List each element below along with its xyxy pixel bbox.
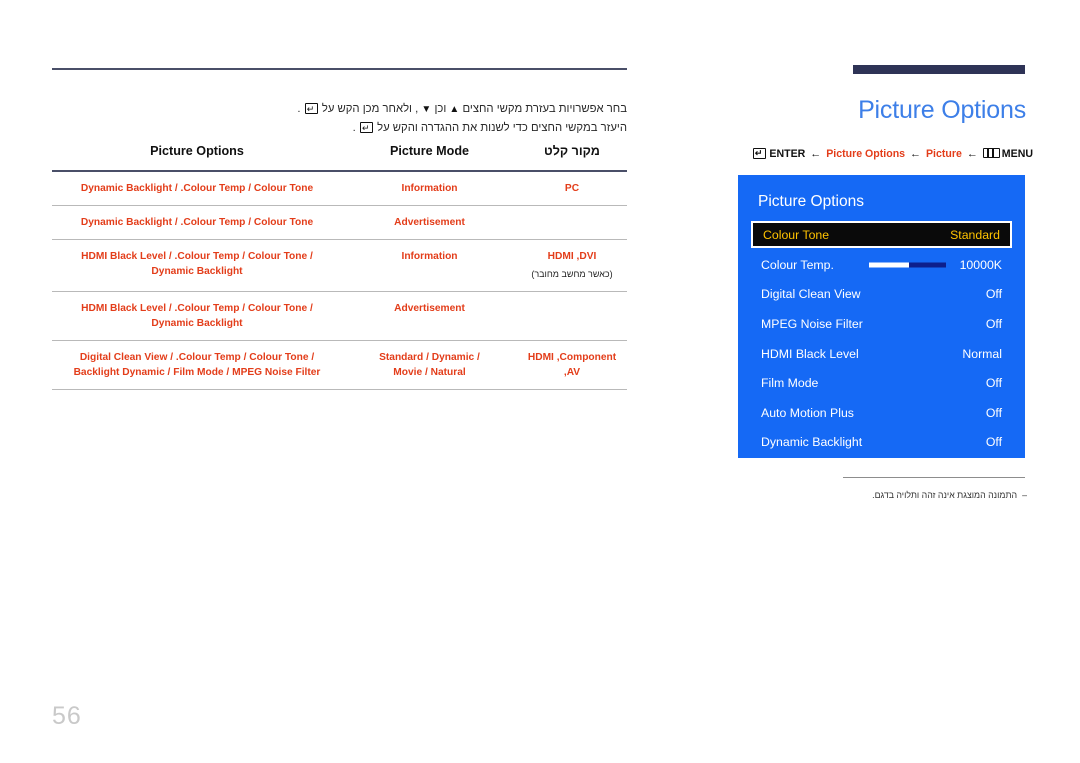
osd-row-auto-motion-plus[interactable]: Auto Motion Plus Off [751, 398, 1012, 428]
col-header-options: Picture Options [150, 144, 244, 158]
cell-mode: Information [401, 251, 458, 262]
instruction-line-2: היעזר במקשי החצים כדי לשנות את ההגדרה וה… [52, 119, 627, 138]
arrow-down-icon: ▼ [421, 104, 432, 115]
osd-row-colour-temp[interactable]: Colour Temp. 10000K [751, 250, 1012, 280]
page-number: 56 [52, 702, 82, 730]
figure-caption: –התמונה המוצגת אינה זהה ותלויה בדגם. [740, 490, 1027, 500]
col-header-mode: Picture Mode [389, 144, 470, 158]
osd-panel-title: Picture Options [758, 193, 864, 210]
slider-fill [869, 262, 910, 268]
page-title: Picture Options [858, 96, 1026, 124]
instruction-line-2-before: היעזר במקשי החצים כדי לשנות את ההגדרה וה… [377, 122, 627, 134]
osd-row-label: Colour Temp. [761, 257, 834, 272]
cell-source: PC [564, 183, 580, 194]
osd-row-label: Film Mode [761, 376, 819, 391]
osd-row-value: 10000K [959, 257, 1002, 272]
osd-row-dynamic-backlight[interactable]: Dynamic Backlight Off [751, 428, 1012, 458]
cell-mode: / Standard / Dynamic Movie / Natural [379, 352, 480, 378]
cell-mode: Information [401, 183, 458, 194]
osd-row-hdmi-black-level[interactable]: HDMI Black Level Normal [751, 339, 1012, 369]
table-head: מקור קלט Picture Mode Picture Options [52, 144, 627, 171]
breadcrumb-arrow-3: ← [966, 148, 978, 160]
osd-row-value: Off [985, 405, 1002, 420]
osd-row-label: Auto Motion Plus [761, 405, 854, 420]
breadcrumb-enter: ENTER [769, 148, 806, 160]
osd-row-value: Off [985, 316, 1002, 331]
enter-icon: ↵ [753, 148, 767, 159]
table-header-row: מקור קלט Picture Mode Picture Options [52, 144, 627, 171]
picture-options-table: מקור קלט Picture Mode Picture Options PC… [52, 144, 627, 390]
osd-row-label: HDMI Black Level [761, 346, 859, 361]
osd-row-value: Off [985, 287, 1002, 302]
cell-options: / HDMI Black Level / .Colour Temp / Colo… [81, 303, 313, 329]
breadcrumb: ↵ ENTER ← Picture Options ← Picture ← MEN… [728, 148, 1033, 160]
osd-row-label: Dynamic Backlight [761, 435, 863, 450]
cell-mode: Advertisement [394, 303, 465, 314]
right-content-column: Picture Options ↵ ENTER ← Picture Options… [738, 0, 1040, 763]
breadcrumb-arrow-2: ← [910, 148, 922, 160]
instruction-line-1: בחר אפשרויות בעזרת מקשי החצים ▲ וכן ▼ , … [52, 100, 627, 119]
table-row: Advertisement / HDMI Black Level / .Colou… [52, 291, 627, 341]
instruction-line-1-after: , ולאחר מכן הקש על [321, 103, 419, 115]
cell-options: Dynamic Backlight / .Colour Temp / Colou… [80, 183, 314, 194]
top-divider-rule [52, 68, 627, 70]
arrow-up-icon: ▲ [449, 104, 460, 115]
left-content-column: בחר אפשרויות בעזרת מקשי החצים ▲ וכן ▼ , … [52, 0, 627, 763]
enter-key-icon-2: ↵ [359, 122, 373, 133]
osd-row-mpeg-noise-filter[interactable]: MPEG Noise Filter Off [751, 309, 1012, 339]
breadcrumb-arrow-1: ← [810, 148, 822, 160]
caption-text: התמונה המוצגת אינה זהה ותלויה בדגם. [872, 490, 1018, 500]
cell-source [517, 206, 627, 240]
osd-row-value: Standard [950, 227, 1000, 242]
breadcrumb-menu: MENU [1001, 148, 1033, 160]
instruction-line-2-end: . [352, 122, 356, 134]
cell-source: HDMI ,DVI (כאשר מחשב מחובר) [517, 240, 627, 292]
osd-row-film-mode[interactable]: Film Mode Off [751, 368, 1012, 398]
instruction-line-1-end: . [297, 103, 301, 115]
breadcrumb-picture: Picture [925, 148, 962, 160]
table-row: Advertisement Dynamic Backlight / .Colour… [52, 205, 627, 240]
osd-row-value: Off [985, 376, 1002, 391]
osd-row-label: Digital Clean View [761, 287, 861, 302]
instruction-line-1-before: בחר אפשרויות בעזרת מקשי החצים [462, 103, 627, 115]
osd-row-value: Normal [962, 346, 1002, 361]
table-row: HDMI ,DVI (כאשר מחשב מחובר) Information / H… [52, 239, 627, 292]
osd-panel: Picture Options Colour Tone Standard Colou… [738, 175, 1025, 458]
table-row: HDMI ,Component ,AV / Standard / Dynamic M… [52, 340, 627, 390]
table-body: PC Information Dynamic Backlight / .Colour… [52, 171, 627, 390]
breadcrumb-picture-options: Picture Options [826, 148, 906, 160]
osd-row-colour-tone[interactable]: Colour Tone Standard [751, 221, 1012, 248]
osd-row-value: Off [985, 435, 1002, 450]
enter-key-icon: ↵ [304, 103, 318, 114]
menu-icon [982, 148, 1000, 158]
osd-row-digital-clean-view[interactable]: Digital Clean View Off [751, 280, 1012, 310]
colour-temp-slider[interactable] [869, 262, 946, 268]
cell-source [517, 292, 627, 341]
cell-source: HDMI ,Component ,AV [527, 352, 617, 378]
source-note: (כאשר מחשב מחובר) [531, 269, 613, 279]
instruction-line-1-mid: וכן [434, 103, 447, 115]
cell-options: / Digital Clean View / .Colour Temp / Co… [73, 352, 321, 378]
col-header-source: מקור קלט [544, 144, 600, 158]
osd-row-label: Colour Tone [763, 227, 830, 242]
osd-row-list: Colour Tone Standard Colour Temp. 10000K Dig… [751, 221, 1012, 457]
table-row: PC Information Dynamic Backlight / .Colour… [52, 171, 627, 206]
caption-dash: – [1022, 490, 1027, 500]
cell-options: / HDMI Black Level / .Colour Temp / Colo… [81, 251, 313, 277]
osd-row-label: MPEG Noise Filter [761, 316, 863, 331]
cell-mode: Advertisement [394, 217, 465, 228]
slider-track [909, 262, 946, 268]
header-accent-bar [853, 65, 1025, 74]
instructions-block: בחר אפשרויות בעזרת מקשי החצים ▲ וכן ▼ , … [52, 100, 627, 138]
cell-options: Dynamic Backlight / .Colour Temp / Colou… [80, 217, 314, 228]
caption-divider [843, 477, 1025, 478]
